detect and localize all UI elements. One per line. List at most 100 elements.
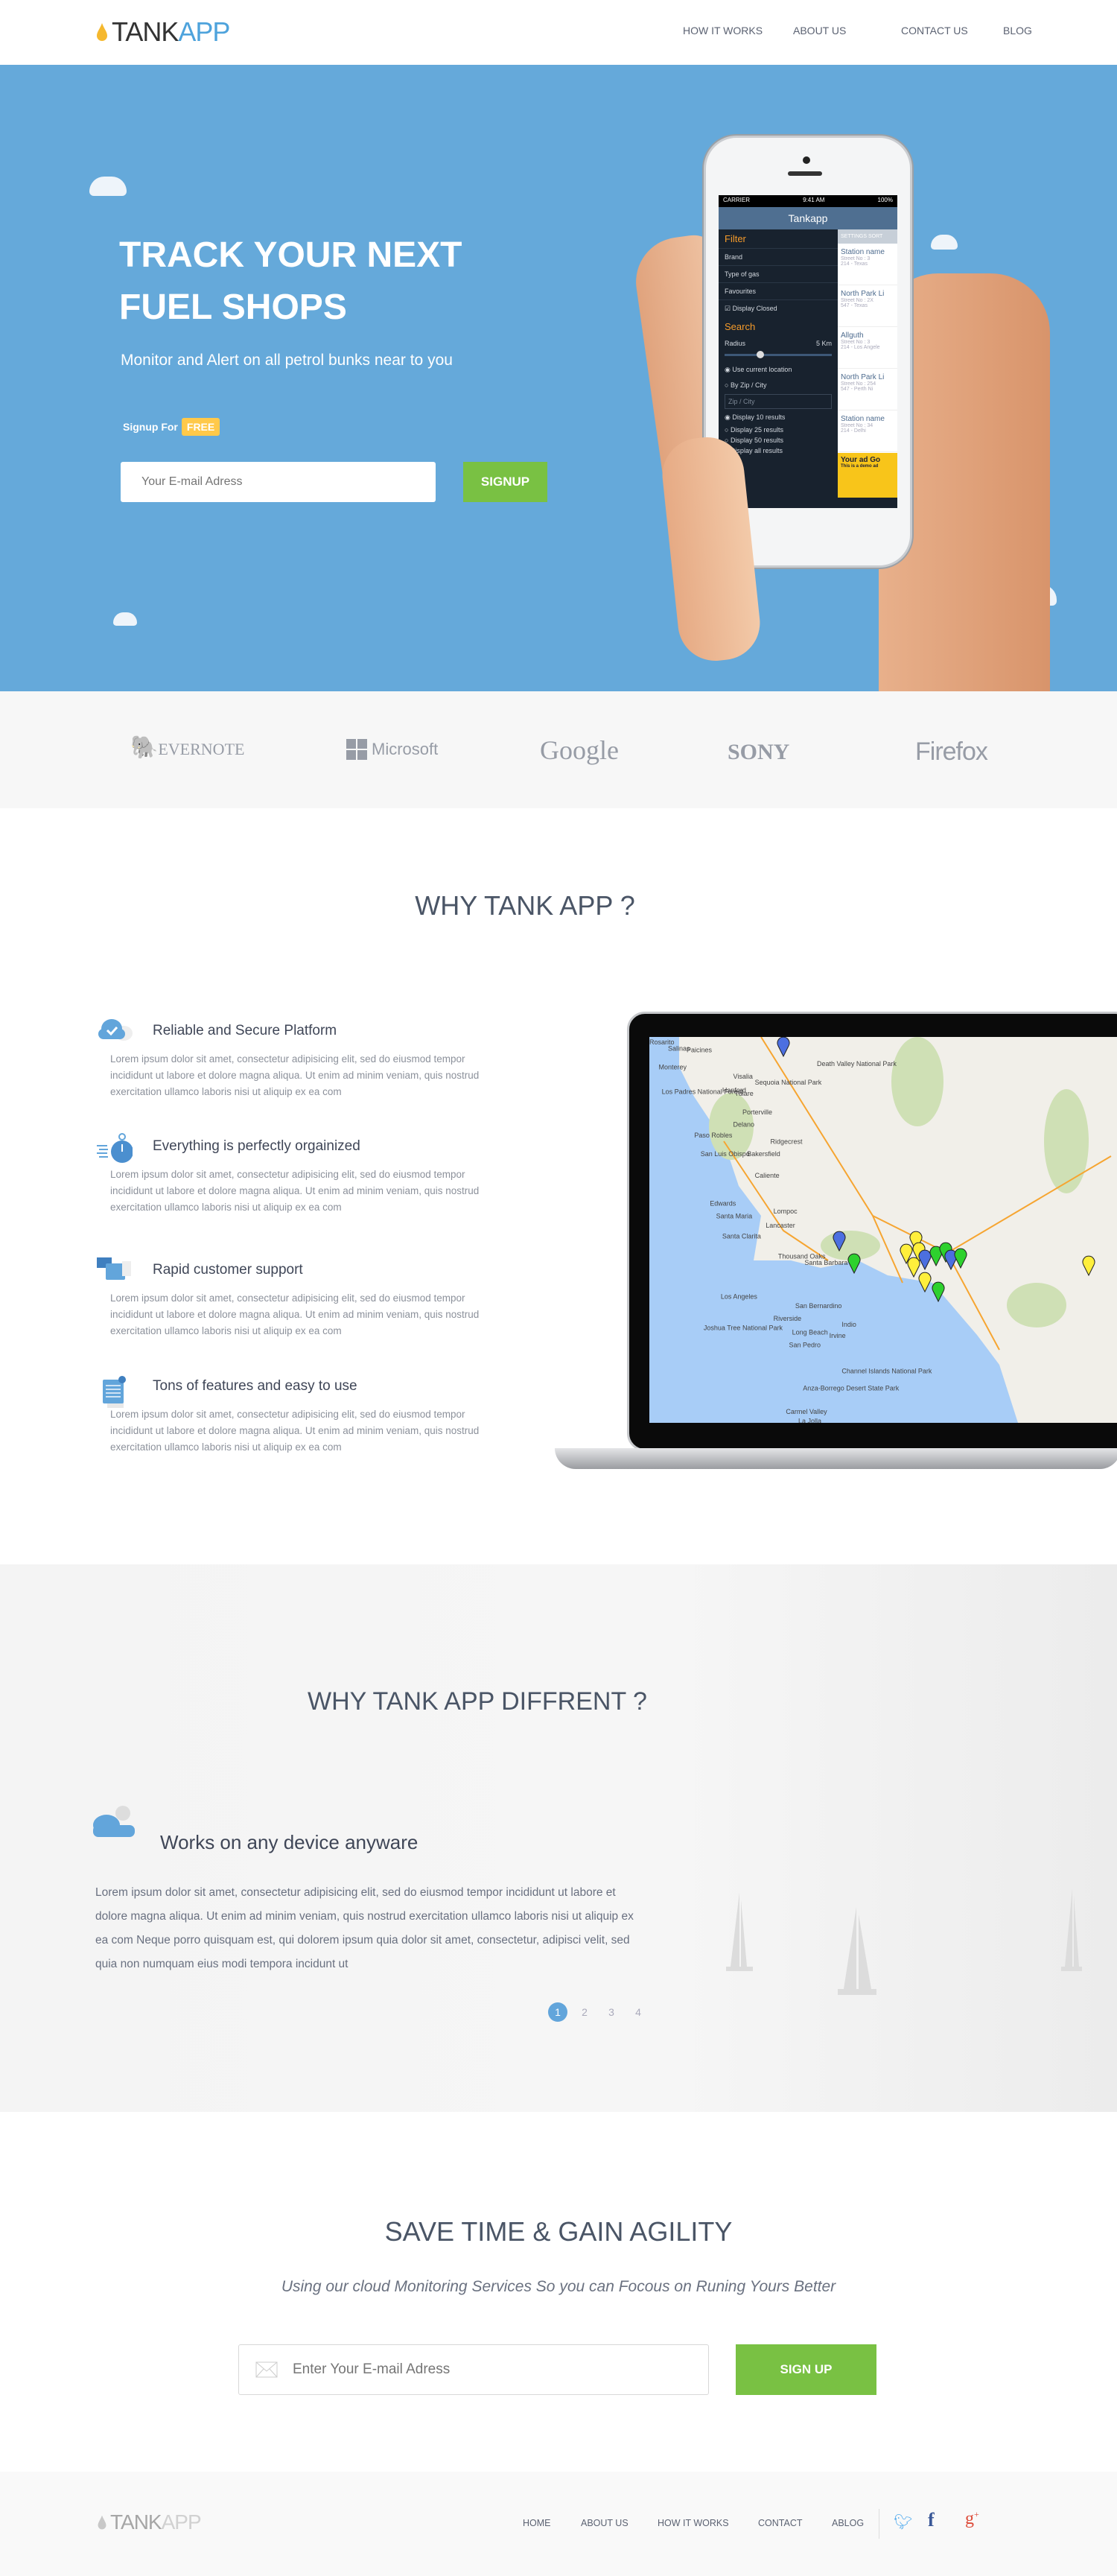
map-park-area <box>1007 1283 1066 1327</box>
fuel-drop-icon <box>97 23 107 41</box>
map-label: Channel Islands National Park <box>841 1368 932 1375</box>
cloud-icon <box>931 235 958 250</box>
map-label: Santa Clarita <box>722 1232 761 1240</box>
page-dot-4[interactable]: 4 <box>628 2002 648 2022</box>
cta-email-input[interactable] <box>293 2361 695 2378</box>
stopwatch-icon <box>95 1132 133 1169</box>
footer-home[interactable]: HOME <box>523 2518 551 2528</box>
feature-body: Lorem ipsum dolor sit amet, consectetur … <box>110 1169 480 1213</box>
signup-for-label: Signup For FREE <box>123 418 220 436</box>
map-park-area <box>1044 1089 1089 1193</box>
signup-for-text: Signup For <box>123 421 178 433</box>
logo[interactable]: TANK APP <box>95 16 230 48</box>
nav-how-it-works[interactable]: HOW IT WORKS <box>683 25 763 37</box>
logo-microsoft: Microsoft <box>346 739 438 760</box>
hero-title-line1: TRACK YOUR NEXT <box>119 235 462 275</box>
top-nav: TANK APP HOW IT WORKS ABOUT US CONTACT US… <box>0 0 1117 65</box>
hero-signup-button[interactable]: SIGNUP <box>463 462 547 502</box>
logo-firefox: Firefox <box>915 737 988 766</box>
station-list-item[interactable]: Station name Street No : 3 214 - Texas <box>838 244 897 285</box>
map-label: Paicines <box>687 1046 713 1053</box>
map-label: Delano <box>733 1120 755 1128</box>
map-label: Santa Maria <box>716 1212 753 1219</box>
map-label: Paso Robles <box>694 1132 733 1139</box>
slide-pagination: 1234 <box>548 2002 648 2022</box>
envelope-icon <box>255 2361 278 2378</box>
map-label: Indio <box>841 1321 856 1328</box>
google-plus-icon[interactable]: g+ <box>965 2509 979 2529</box>
phone-screen: CARRIER 9:41 AM 100% Tankapp Filter Brand … <box>719 195 897 508</box>
hero-title-line2: FUEL SHOPS <box>119 288 347 327</box>
map-label: Los Angeles <box>721 1293 758 1301</box>
footer-ablog[interactable]: ABLOG <box>832 2518 864 2528</box>
phone-app-title: Tankapp <box>719 207 897 229</box>
slide-title: Works on any device anyware <box>160 1831 419 1853</box>
map-label: Monterey <box>659 1063 687 1070</box>
cta-subtitle: Using our cloud Monitoring Services So y… <box>281 2278 836 2295</box>
footer-about-us[interactable]: ABOUT US <box>581 2518 628 2528</box>
map-label: San Bernardino <box>795 1302 842 1310</box>
map-label: Bakersfield <box>747 1150 780 1158</box>
hero-subtitle: Monitor and Alert on all petrol bunks ne… <box>121 352 453 369</box>
map-label: Ridgecrest <box>771 1138 803 1145</box>
laptop-mockup: Salinas Paicines Monterey Visalia Hanford Tul… <box>555 1012 1117 1481</box>
map-view[interactable]: SalinasPaicinesMontereyVisaliaHanfordTul… <box>649 1037 1117 1423</box>
map-label: Visalia <box>733 1073 753 1080</box>
logo-evernote: 🐘EVERNOTE <box>130 735 245 760</box>
facebook-icon[interactable]: f <box>928 2509 935 2531</box>
footer-logo[interactable]: TANK APP <box>97 2510 202 2534</box>
hero-email-input[interactable] <box>121 462 436 502</box>
chat-bubbles-icon <box>95 1256 133 1287</box>
map-label: Long Beach <box>792 1329 828 1336</box>
footer: TANK APP HOME ABOUT US HOW IT WORKS CONTA… <box>0 2472 1117 2576</box>
logo-text-app: APP <box>178 16 230 47</box>
map-park-area <box>891 1037 943 1126</box>
cta-signup-button[interactable]: SIGN UP <box>736 2344 876 2395</box>
cta-email-field[interactable] <box>238 2344 709 2395</box>
cloud-icon <box>113 612 137 626</box>
fuel-drop-icon <box>98 2515 106 2530</box>
map-label: Los Padres National Forest <box>662 1088 744 1096</box>
logo-sony: SONY <box>728 740 790 764</box>
feature-body: Lorem ipsum dolor sit amet, consectetur … <box>110 1292 480 1336</box>
cloud-check-icon <box>95 1017 133 1046</box>
cloud-icon <box>89 177 127 196</box>
feature-title: Everything is perfectly orgainized <box>153 1138 360 1154</box>
hero-section: TRACK YOUR NEXT FUEL SHOPS Monitor and A… <box>0 65 1117 691</box>
footer-how-it-works[interactable]: HOW IT WORKS <box>658 2518 729 2528</box>
partner-logos: 🐘EVERNOTE Microsoft Google SONY Firefox <box>0 691 1117 808</box>
map-label: Irvine <box>830 1332 846 1339</box>
footer-contact[interactable]: CONTACT <box>758 2518 803 2528</box>
page-dot-2[interactable]: 2 <box>575 2002 594 2022</box>
diff-section: WHY TANK APP DIFFRENT ? Works on any dev… <box>0 1564 1117 2112</box>
page-dot-3[interactable]: 3 <box>602 2002 621 2022</box>
map-label: Lancaster <box>766 1222 795 1229</box>
map-label: Lompoc <box>774 1208 798 1215</box>
diff-title: WHY TANK APP DIFFRENT ? <box>308 1687 647 1716</box>
twitter-icon[interactable]: 🐦︎ <box>894 2513 912 2531</box>
footer-logo-app: APP <box>161 2510 202 2534</box>
map-label: Thousand Oaks <box>778 1253 826 1260</box>
station-list-item[interactable]: North Park Li Street No : 2X 547 - Texas <box>838 285 897 327</box>
free-badge: FREE <box>181 418 220 436</box>
feature-body: Lorem ipsum dolor sit amet, consectetur … <box>110 1053 480 1097</box>
station-list-item[interactable]: Station name Street No : 34 214 - Delhi <box>838 410 897 452</box>
nav-about-us[interactable]: ABOUT US <box>793 25 846 37</box>
footer-logo-tank: TANK <box>110 2510 162 2534</box>
map-label: Joshua Tree National Park <box>704 1324 783 1331</box>
feature-item: Tons of features and easy to use Lorem i… <box>95 1372 512 1476</box>
station-list-item[interactable]: Allguth Street No : 3 214 - Los Angele <box>838 327 897 369</box>
map-label: Riverside <box>774 1315 802 1322</box>
feature-item: Everything is perfectly orgainized Lorem… <box>95 1132 512 1237</box>
feature-item: Reliable and Secure Platform Lorem ipsum… <box>95 1017 512 1121</box>
map-label: Edwards <box>710 1200 736 1208</box>
feature-title: Tons of features and easy to use <box>153 1378 357 1394</box>
station-list-item[interactable]: North Park Li Street No : 254 547 - Perth … <box>838 369 897 410</box>
nav-contact-us[interactable]: CONTACT US <box>901 25 968 37</box>
feature-title: Reliable and Secure Platform <box>153 1023 337 1038</box>
nav-blog[interactable]: BLOG <box>1003 25 1032 37</box>
page-dot-1[interactable]: 1 <box>548 2002 567 2022</box>
map-label: Caliente <box>755 1172 780 1179</box>
map-label: Anza-Borrego Desert State Park <box>803 1385 900 1392</box>
map-label: Porterville <box>742 1108 772 1116</box>
